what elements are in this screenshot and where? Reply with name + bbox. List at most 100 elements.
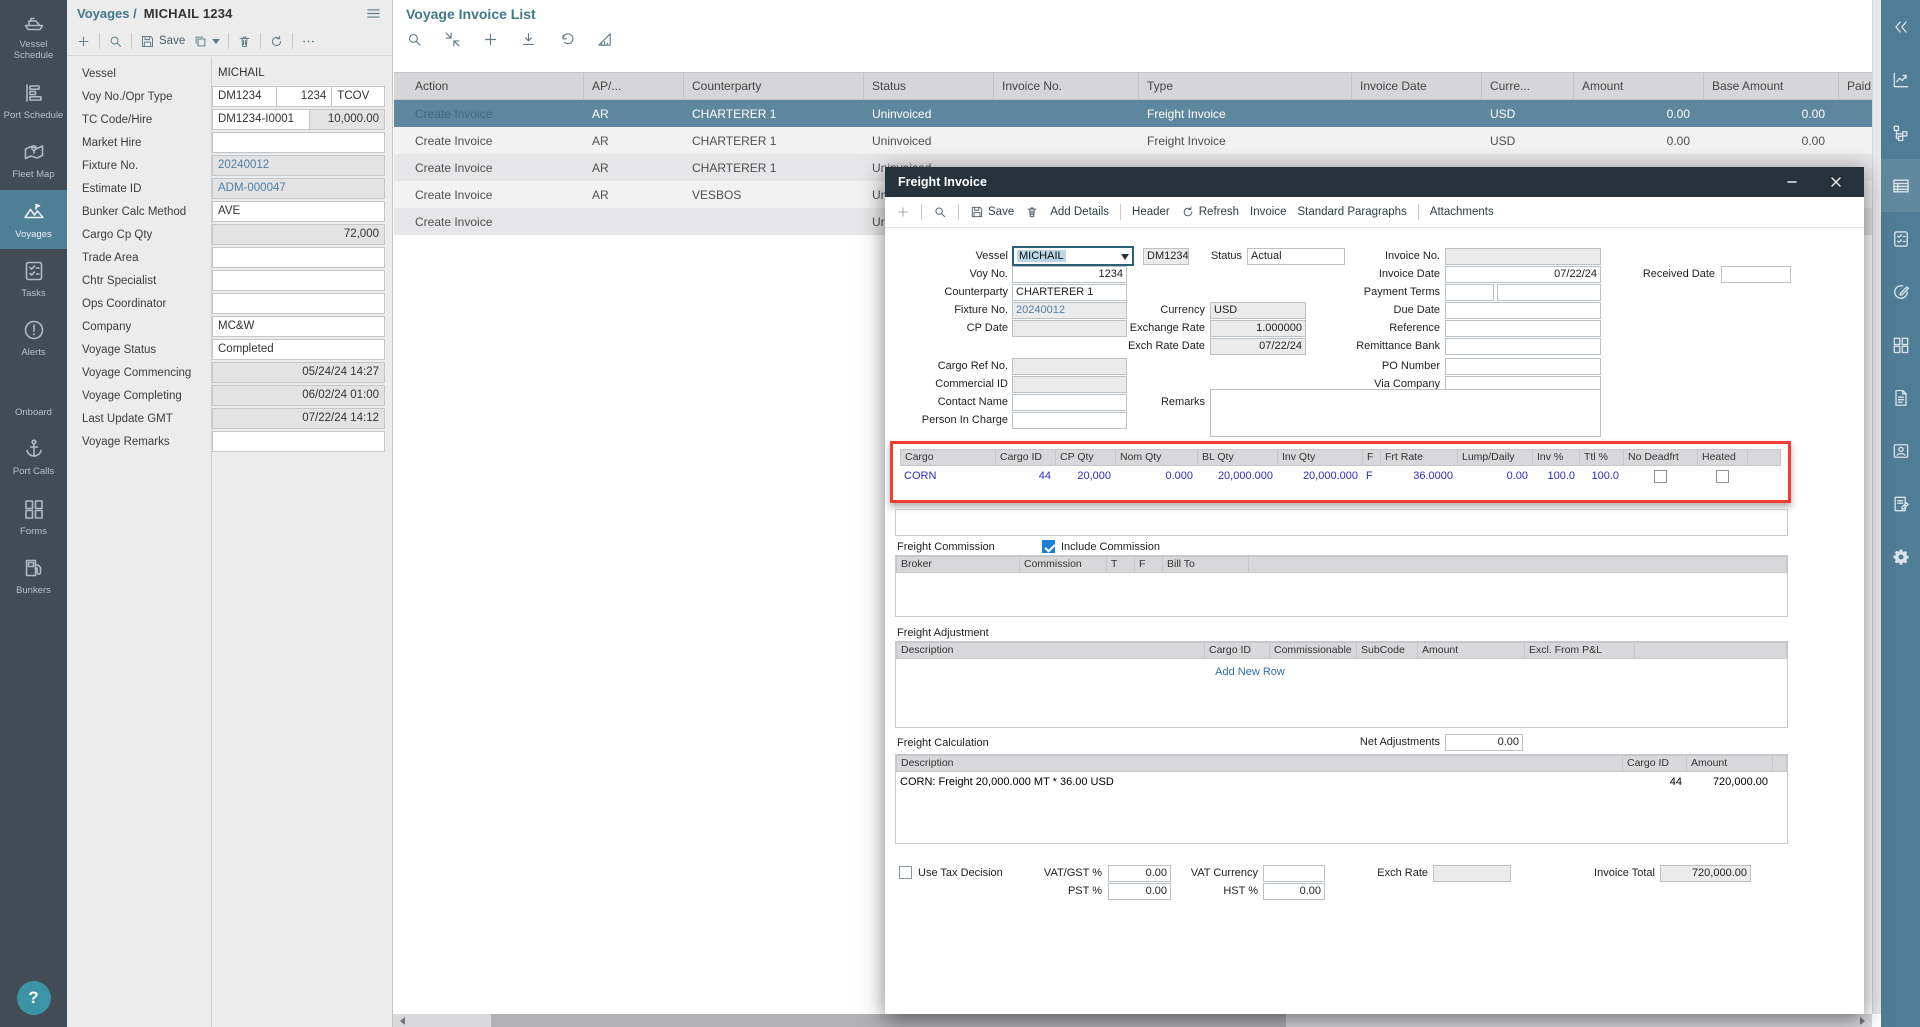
sidebar-item-forms[interactable]: Forms bbox=[0, 487, 67, 546]
include-commission-checkbox[interactable] bbox=[1042, 540, 1055, 553]
field-value[interactable]: 06/02/24 01:00 bbox=[212, 385, 385, 406]
column-header-frt-rate[interactable]: Frt Rate bbox=[1381, 450, 1458, 465]
grid-cell[interactable]: CORN bbox=[900, 470, 995, 482]
hst-field[interactable]: 0.00 bbox=[1263, 883, 1325, 900]
counterparty-field[interactable]: CHARTERER 1 bbox=[1012, 284, 1127, 301]
grid-cell[interactable]: 0.00 bbox=[1457, 470, 1532, 482]
field-value[interactable]: Completed bbox=[212, 339, 385, 360]
sidebar-item-alerts[interactable]: Alerts bbox=[0, 308, 67, 367]
payment-terms-field[interactable] bbox=[1497, 284, 1601, 301]
grid-cell[interactable] bbox=[1623, 470, 1697, 483]
hamburger-menu-icon[interactable] bbox=[365, 5, 382, 22]
field-value[interactable] bbox=[212, 132, 385, 153]
column-header-invoice-no[interactable]: Invoice No. bbox=[994, 73, 1139, 99]
scroll-thumb[interactable] bbox=[491, 1014, 1286, 1027]
column-header-amount[interactable]: Amount bbox=[1574, 73, 1704, 99]
search-button[interactable] bbox=[933, 205, 947, 219]
grid-cell[interactable]: 20,000.000 bbox=[1197, 470, 1277, 482]
column-header-excl-from-p-l[interactable]: Excl. From P&L bbox=[1525, 643, 1635, 658]
help-button[interactable]: ? bbox=[17, 981, 51, 1015]
field-value[interactable]: ADM-000047 bbox=[212, 178, 385, 199]
table-row[interactable]: Create InvoiceARCHARTERER 1UninvoicedFre… bbox=[394, 100, 1872, 127]
copy-menu-button[interactable] bbox=[193, 34, 220, 49]
column-header-type[interactable]: Type bbox=[1139, 73, 1352, 99]
save-button[interactable]: Save bbox=[970, 205, 1014, 219]
sidebar-item-tasks[interactable]: Tasks bbox=[0, 249, 67, 308]
sidebar-item-bunkers[interactable]: Bunkers bbox=[0, 546, 67, 605]
column-header-description[interactable]: Description bbox=[897, 756, 1623, 771]
sidebar-item-port-schedule[interactable]: Port Schedule bbox=[0, 71, 67, 130]
field-value[interactable]: 10,000.00 bbox=[309, 109, 385, 130]
invoice-date-field[interactable]: 07/22/24 bbox=[1445, 266, 1601, 283]
field-value[interactable]: 05/24/24 14:27 bbox=[212, 362, 385, 383]
column-header-t[interactable]: T bbox=[1107, 557, 1135, 572]
field-value[interactable]: 20240012 bbox=[212, 155, 385, 176]
export-button[interactable] bbox=[520, 31, 537, 48]
remittance-bank-field[interactable] bbox=[1445, 338, 1601, 355]
column-header-ttl[interactable]: Ttl % bbox=[1580, 450, 1624, 465]
sidebar-item-vessel-schedule[interactable]: Vessel Schedule bbox=[0, 0, 67, 71]
field-value[interactable] bbox=[212, 431, 385, 452]
sidebar-item-voyages[interactable]: Voyages bbox=[0, 190, 67, 249]
invoice-button[interactable]: Invoice bbox=[1250, 206, 1286, 218]
column-header-counterparty[interactable]: Counterparty bbox=[684, 73, 864, 99]
search-button[interactable] bbox=[108, 34, 123, 49]
column-header-description[interactable]: Description bbox=[897, 643, 1205, 658]
refresh-button[interactable]: Refresh bbox=[1181, 205, 1239, 219]
received-date-field[interactable] bbox=[1721, 266, 1791, 283]
field-value[interactable]: DM1234-I0001 bbox=[212, 109, 310, 130]
horizontal-scrollbar[interactable] bbox=[393, 1014, 1872, 1027]
grid-cell[interactable]: 0.000 bbox=[1115, 470, 1197, 482]
field-value[interactable]: DM1234 bbox=[212, 86, 277, 107]
delete-button[interactable] bbox=[237, 34, 252, 49]
column-header-status[interactable]: Status bbox=[864, 73, 994, 99]
grid-cell[interactable]: 20,000 bbox=[1055, 470, 1115, 482]
undo-button[interactable] bbox=[558, 31, 575, 48]
field-value[interactable]: 1234 bbox=[276, 86, 332, 107]
column-header-ap[interactable]: AP/... bbox=[584, 73, 684, 99]
field-value[interactable]: MC&W bbox=[212, 316, 385, 337]
column-header-amount[interactable]: Amount bbox=[1687, 756, 1773, 771]
right-sidebar-item-notepad-icon[interactable] bbox=[1881, 477, 1920, 530]
column-header-cargo-id[interactable]: Cargo ID bbox=[1205, 643, 1270, 658]
column-header-amount[interactable]: Amount bbox=[1418, 643, 1525, 658]
scroll-left-icon[interactable] bbox=[396, 1017, 405, 1025]
column-header-cargo-id[interactable]: Cargo ID bbox=[1623, 756, 1687, 771]
person-in-charge-field[interactable] bbox=[1012, 412, 1127, 429]
column-header-bill-to[interactable]: Bill To bbox=[1163, 557, 1249, 572]
sidebar-item-onboard[interactable]: Onboard bbox=[0, 368, 67, 427]
grid-cell[interactable]: F bbox=[1362, 470, 1380, 482]
right-sidebar-item-data-table-icon[interactable] bbox=[1881, 159, 1920, 212]
right-sidebar-item-pages-icon[interactable] bbox=[1881, 318, 1920, 371]
column-header-invoice-date[interactable]: Invoice Date bbox=[1352, 73, 1482, 99]
no-deadfrt-checkbox[interactable] bbox=[1654, 470, 1667, 483]
fit-columns-button[interactable] bbox=[444, 31, 461, 48]
column-header-subcode[interactable]: SubCode bbox=[1357, 643, 1418, 658]
add-button[interactable] bbox=[896, 205, 910, 219]
right-sidebar-item-analytics-icon[interactable] bbox=[1881, 53, 1920, 106]
grid-cell[interactable]: 44 bbox=[995, 470, 1055, 482]
column-header-base-amount[interactable]: Base Amount bbox=[1704, 73, 1839, 99]
header-button[interactable]: Header bbox=[1132, 206, 1170, 218]
column-header-action[interactable]: Action bbox=[394, 73, 584, 99]
voy-no-field[interactable]: 1234 bbox=[1012, 266, 1127, 283]
right-sidebar-item-checklist-icon[interactable] bbox=[1881, 212, 1920, 265]
use-tax-decision-checkbox[interactable] bbox=[899, 866, 912, 879]
standard-paragraphs-button[interactable]: Standard Paragraphs bbox=[1297, 206, 1406, 218]
sidebar-item-fleet-map[interactable]: Fleet Map bbox=[0, 130, 67, 189]
column-header-bl-qty[interactable]: BL Qty bbox=[1198, 450, 1278, 465]
column-header-f[interactable]: F bbox=[1363, 450, 1381, 465]
search-button[interactable] bbox=[406, 31, 423, 48]
field-value[interactable] bbox=[212, 270, 385, 291]
column-header-cargo[interactable]: Cargo bbox=[901, 450, 996, 465]
column-header-broker[interactable]: Broker bbox=[897, 557, 1020, 572]
refresh-button[interactable] bbox=[269, 34, 284, 49]
po-number-field[interactable] bbox=[1445, 358, 1601, 375]
add-new-row-link[interactable]: Add New Row bbox=[1165, 666, 1335, 678]
scroll-right-icon[interactable] bbox=[1860, 1017, 1869, 1025]
column-header-cp-qty[interactable]: CP Qty bbox=[1056, 450, 1116, 465]
measure-button[interactable] bbox=[596, 31, 613, 48]
field-value[interactable]: AVE bbox=[212, 201, 385, 222]
column-header-commission[interactable]: Commission bbox=[1020, 557, 1107, 572]
grid-cell[interactable] bbox=[1697, 470, 1747, 483]
